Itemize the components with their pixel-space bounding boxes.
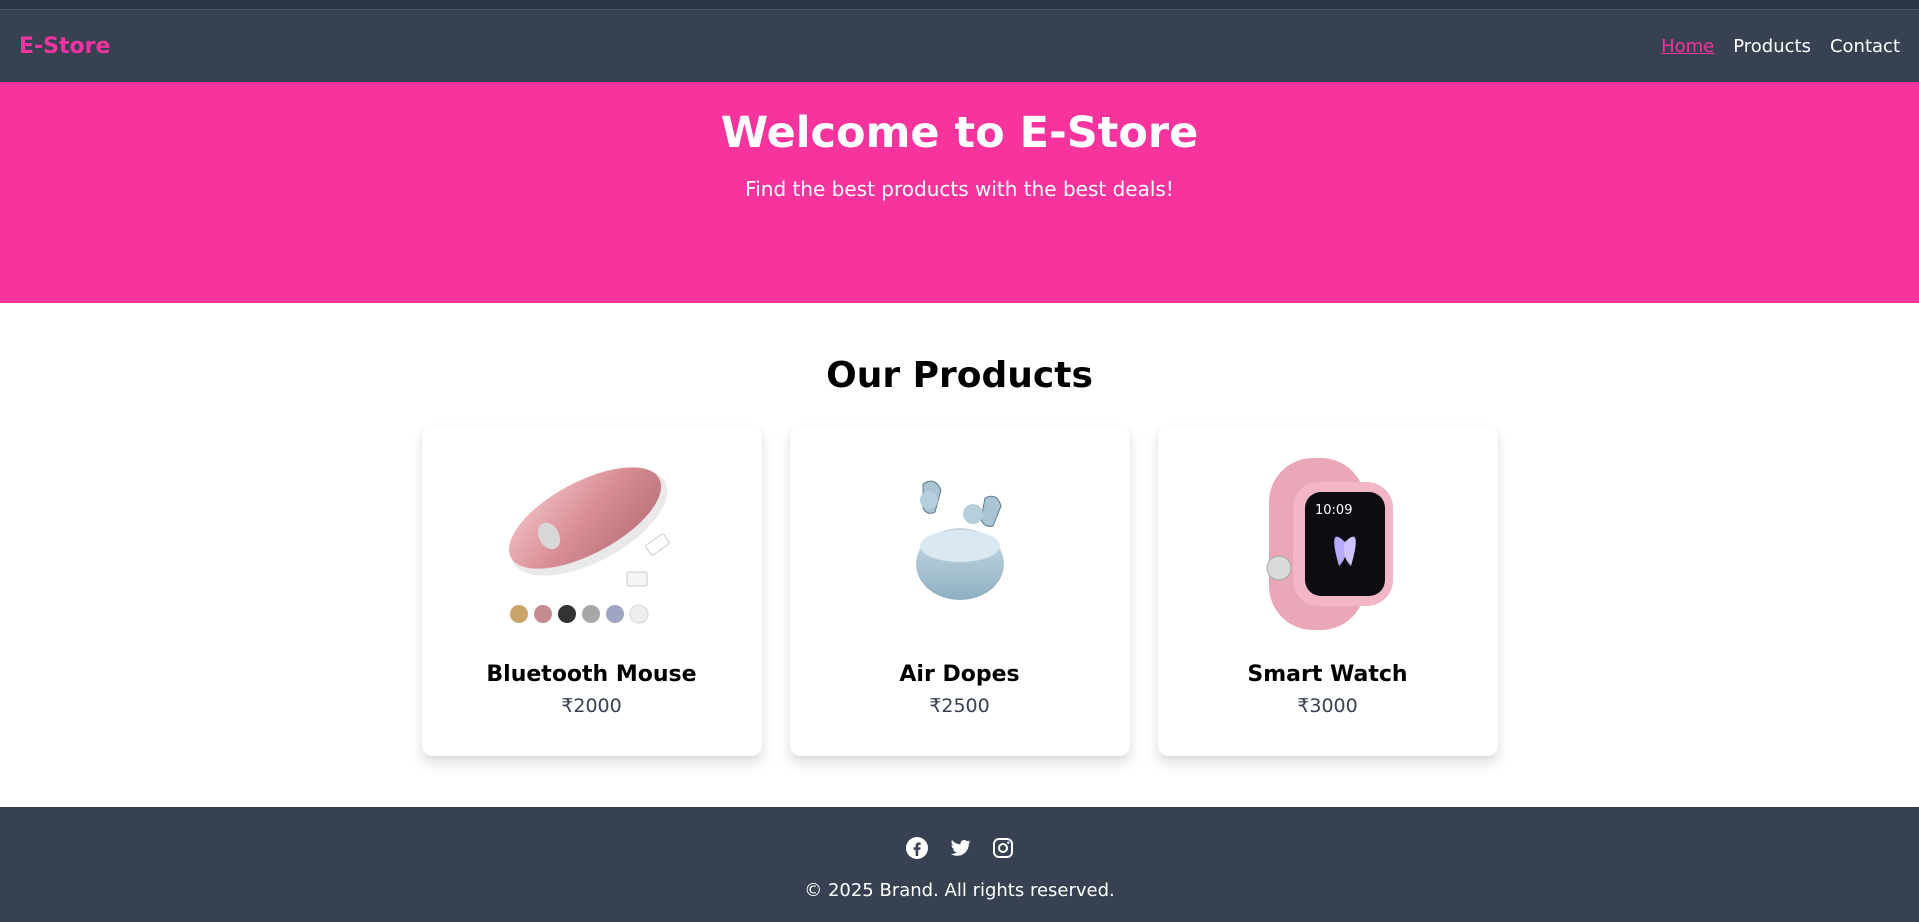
products-title: Our Products — [826, 355, 1093, 396]
copyright-text: © 2025 Brand. All rights reserved. — [804, 880, 1115, 901]
brand-logo[interactable]: E-Store — [19, 34, 110, 59]
products-section: Our Products Bluetooth Mouse ₹2000 Air D… — [0, 303, 1919, 756]
product-cards: Bluetooth Mouse ₹2000 Air Dopes ₹2500 10… — [0, 426, 1919, 756]
smartwatch-image: 10:09 — [1233, 454, 1423, 634]
hero-banner: Welcome to E-Store Find the best product… — [0, 82, 1919, 303]
navbar: E-Store Home Products Contact — [0, 10, 1919, 82]
earbuds-image — [865, 454, 1055, 634]
mouse-image — [497, 454, 687, 634]
nav-link-home[interactable]: Home — [1661, 36, 1714, 57]
nav-links: Home Products Contact — [1661, 36, 1900, 57]
nav-link-products[interactable]: Products — [1733, 36, 1811, 57]
product-card-air-dopes[interactable]: Air Dopes ₹2500 — [789, 426, 1130, 756]
product-name: Air Dopes — [899, 662, 1020, 687]
hero-title: Welcome to E-Store — [720, 108, 1199, 158]
hero-subtitle: Find the best products with the best dea… — [745, 177, 1174, 202]
facebook-icon[interactable] — [904, 835, 929, 860]
product-name: Smart Watch — [1247, 662, 1408, 687]
browser-top-strip — [0, 0, 1919, 10]
twitter-icon[interactable] — [947, 835, 972, 860]
product-card-smart-watch[interactable]: 10:09 Smart Watch ₹3000 — [1157, 426, 1498, 756]
nav-link-contact[interactable]: Contact — [1830, 36, 1900, 57]
svg-text:10:09: 10:09 — [1315, 503, 1352, 518]
product-price: ₹2500 — [929, 695, 990, 717]
social-links — [0, 835, 1919, 860]
product-price: ₹3000 — [1297, 695, 1358, 717]
product-name: Bluetooth Mouse — [486, 662, 697, 687]
product-price: ₹2000 — [561, 695, 622, 717]
instagram-icon[interactable] — [990, 835, 1015, 860]
product-card-bluetooth-mouse[interactable]: Bluetooth Mouse ₹2000 — [421, 426, 762, 756]
footer: © 2025 Brand. All rights reserved. — [0, 807, 1919, 922]
